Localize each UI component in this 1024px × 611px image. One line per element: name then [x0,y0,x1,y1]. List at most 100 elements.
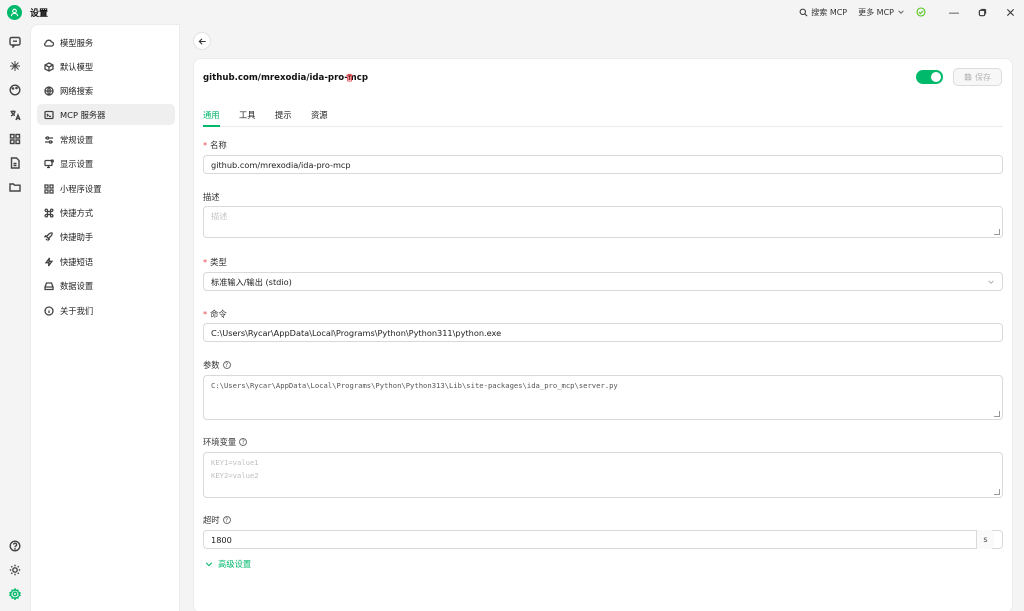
sidebar-item-mcp-servers[interactable]: MCP 服务器 [37,104,175,125]
description-label-text: 描述 [203,192,220,202]
sun-icon[interactable] [8,563,22,577]
help-icon[interactable]: ? [222,361,231,369]
save-icon [964,73,972,81]
apps-icon[interactable] [8,132,22,146]
timeout-unit: s [976,530,994,549]
type-label: * 类型 [203,256,227,268]
env-label-text: 环境变量 [203,437,237,447]
zap-icon [44,257,54,266]
minimize-button[interactable]: — [940,0,968,24]
args-label-text: 参数 [203,360,220,370]
sidebar-item-model-service[interactable]: 模型服务 [37,32,175,53]
restore-button[interactable] [968,0,996,24]
settings-sidebar: 模型服务 默认模型 网络搜索 MCP 服务器 常规设置 显示设置 小程序设置 快… [30,24,180,611]
sidebar-item-quick-assistant[interactable]: 快捷助手 [37,226,175,247]
chat-icon[interactable] [8,35,22,49]
chevron-down-icon [205,562,213,567]
title-bar: 设置 搜索 MCP 更多 MCP — [0,0,1024,24]
info-icon [44,305,54,316]
delete-server-button[interactable] [345,73,354,85]
chevron-down-icon [898,10,904,14]
tab-prompts[interactable]: 提示 [275,109,292,127]
settings-icon[interactable] [8,587,22,601]
trash-icon [346,73,353,82]
advanced-settings-toggle[interactable]: 高级设置 [205,558,251,570]
save-button[interactable]: 保存 [953,68,1002,86]
file-icon[interactable] [8,156,22,170]
drive-icon [44,281,54,290]
sidebar-item-label: 显示设置 [60,158,94,169]
check-circle-icon [916,7,926,17]
chevron-down-icon [988,280,994,284]
command-value: C:\Users\Rycar\AppData\Local\Programs\Py… [211,327,502,338]
env-placeholder-line-1: KEY1=value1 [211,458,259,467]
description-placeholder: 描述 [211,211,228,221]
sidebar-item-data[interactable]: 数据设置 [37,275,175,296]
sparkle-icon[interactable] [8,59,22,73]
sidebar-item-quick-phrases[interactable]: 快捷短语 [37,251,175,272]
name-label: * 名称 [203,139,227,151]
main-panel: github.com/mrexodia/ida-pro-mcp 保存 通用 工具… [181,24,1024,611]
args-value: C:\Users\Rycar\AppData\Local\Programs\Py… [211,381,618,390]
status-ok-indicator[interactable] [916,7,926,17]
resize-handle[interactable] [994,489,1000,495]
minimize-icon: — [948,5,960,19]
globe-icon [44,85,54,96]
user-icon [10,8,19,17]
sidebar-item-default-model[interactable]: 默认模型 [37,56,175,77]
advanced-settings-label: 高级设置 [218,559,252,569]
server-detail-card: github.com/mrexodia/ida-pro-mcp 保存 通用 工具… [193,58,1013,611]
sidebar-item-label: 网络搜索 [60,85,94,96]
user-avatar[interactable] [7,5,22,20]
args-label: 参数 ? [203,359,231,371]
translate-icon[interactable] [8,108,22,122]
name-field[interactable]: github.com/mrexodia/ida-pro-mcp [203,155,1003,174]
more-mcp-button[interactable]: 更多 MCP [858,7,905,18]
env-placeholder-line-2: KEY2=value2 [211,471,259,480]
command-field[interactable]: C:\Users\Rycar\AppData\Local\Programs\Py… [203,323,1003,342]
save-label: 保存 [975,72,991,82]
help-icon[interactable] [8,539,22,553]
tab-resources[interactable]: 资源 [311,109,328,127]
resize-handle[interactable] [994,411,1000,417]
help-icon[interactable]: ? [239,438,248,446]
tab-general[interactable]: 通用 [203,109,220,127]
sidebar-item-label: 快捷助手 [60,231,94,242]
cloud-icon [44,39,54,47]
grid-icon [44,183,54,194]
timeout-label-text: 超时 [203,515,220,525]
arrow-left-icon [198,37,206,45]
cube-icon [44,61,54,72]
tab-bar: 通用 工具 提示 资源 [203,107,1003,127]
folder-icon[interactable] [8,180,22,194]
sidebar-item-display[interactable]: 显示设置 [37,153,175,174]
sidebar-item-miniapps[interactable]: 小程序设置 [37,178,175,199]
description-field[interactable]: 描述 [203,206,1003,238]
help-icon[interactable]: ? [222,516,231,524]
back-button[interactable] [193,32,211,50]
description-label: 描述 [203,191,220,203]
command-icon [44,207,54,218]
search-mcp-button[interactable]: 搜索 MCP [799,7,847,18]
command-label: * 命令 [203,308,227,320]
close-button[interactable] [996,0,1024,24]
type-select[interactable]: 标准输入/输出 (stdio) [203,272,1003,291]
palette-icon[interactable] [8,83,22,97]
sliders-icon [45,135,53,144]
sidebar-item-general[interactable]: 常规设置 [37,129,175,150]
tab-tools[interactable]: 工具 [239,109,256,127]
env-field[interactable]: KEY1=value1 KEY2=value2 [203,452,1003,498]
more-mcp-label: 更多 MCP [858,7,894,17]
sidebar-item-about[interactable]: 关于我们 [37,300,175,321]
resize-handle[interactable] [994,229,1000,235]
sidebar-item-shortcuts[interactable]: 快捷方式 [37,202,175,223]
close-icon [1006,8,1014,16]
server-enabled-toggle[interactable] [916,70,943,84]
search-icon [799,8,808,16]
app-title: 设置 [30,9,49,19]
args-field[interactable]: C:\Users\Rycar\AppData\Local\Programs\Py… [203,375,1003,420]
required-marker: * [203,140,208,150]
timeout-field[interactable]: 1800 [203,530,1003,549]
sidebar-item-web-search[interactable]: 网络搜索 [37,80,175,101]
sidebar-item-label: 快捷短语 [60,256,94,267]
